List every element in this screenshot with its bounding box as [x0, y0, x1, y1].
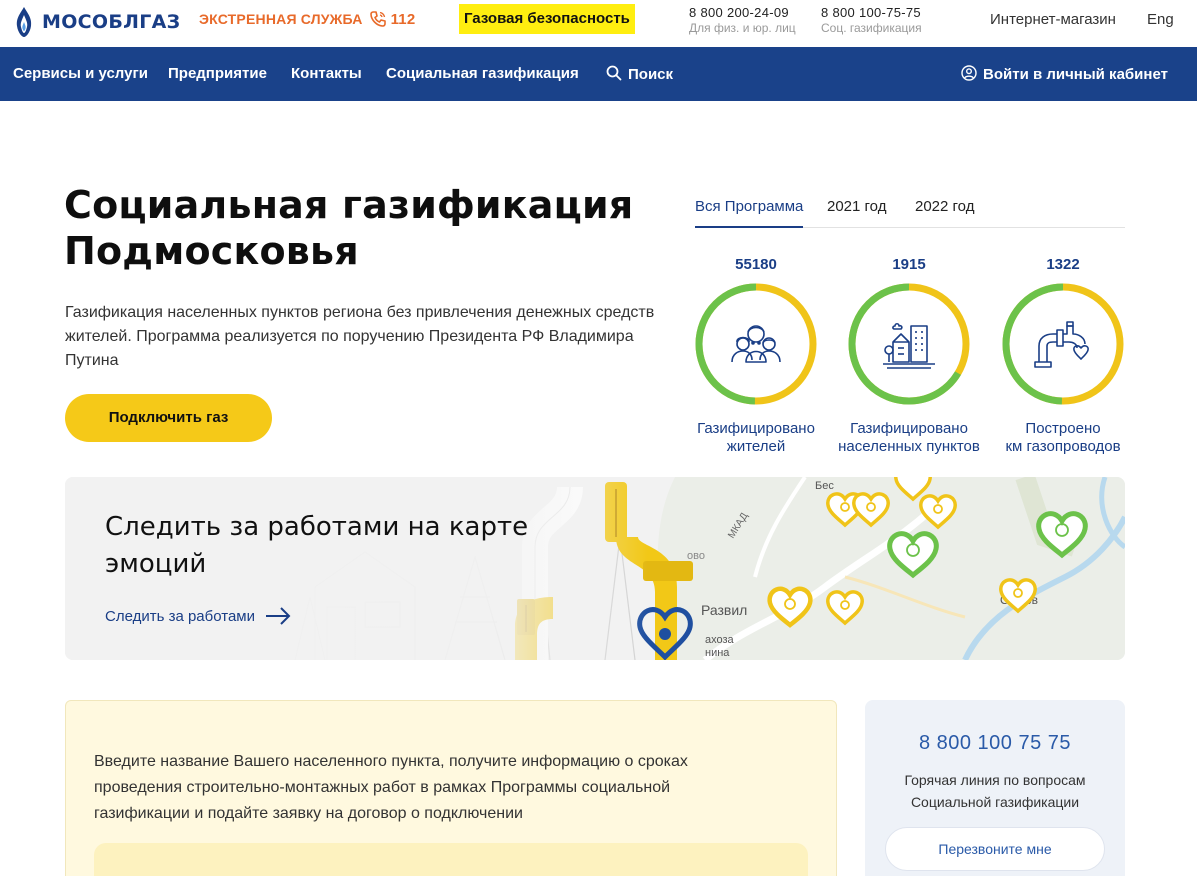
track-works-link[interactable]: Следить за работами	[105, 607, 291, 625]
phone-general-caption: Для физ. и юр. лиц	[689, 21, 796, 35]
stat-label-line-2: км газопроводов	[1005, 438, 1121, 455]
nav-search[interactable]: Поиск	[606, 65, 673, 83]
tab-active-indicator	[695, 226, 803, 228]
map-banner-title-line-2: эмоций	[105, 549, 207, 579]
gas-safety-link[interactable]: Газовая безопасность	[459, 4, 635, 34]
hero-description: Газификация населенных пунктов региона б…	[65, 304, 655, 369]
nav-login-label: Войти в личный кабинет	[983, 66, 1168, 83]
settlement-search-description: Введите название Вашего населенного пунк…	[94, 753, 688, 822]
stat-residents: 55180 Газифицировано жителей	[676, 256, 836, 456]
stat-label-line-1: Газифицировано	[697, 420, 815, 437]
flame-logo-icon	[16, 7, 32, 37]
buildings-icon	[883, 322, 935, 369]
stat-label-line-1: Газифицировано	[850, 420, 968, 437]
nav-login[interactable]: Войти в личный кабинет	[961, 65, 1168, 83]
phone-general[interactable]: 8 800 200-24-09 Для физ. и юр. лиц	[689, 5, 796, 35]
stat-value: 1322	[1046, 256, 1080, 273]
period-tabs: Вся Программа 2021 год 2022 год	[695, 198, 1125, 228]
stat-value: 1915	[892, 256, 926, 273]
progress-ring	[694, 282, 818, 406]
nav-company[interactable]: Предприятие	[168, 65, 267, 82]
hotline-number[interactable]: 8 800 100 75 75	[865, 732, 1125, 755]
people-icon	[731, 325, 781, 363]
hotline-description: Горячая линия по вопросам Социальной газ…	[865, 769, 1125, 813]
hotline-description-line-1: Горячая линия по вопросам	[904, 772, 1086, 788]
track-works-link-label: Следить за работами	[105, 607, 255, 625]
hotline-card: 8 800 100 75 75 Горячая линия по вопроса…	[865, 700, 1125, 876]
stat-label: Газифицировано населенных пунктов	[829, 420, 989, 456]
pipe-heart-icon	[1034, 321, 1089, 368]
main-nav: Сервисы и услуги Предприятие Контакты Со…	[0, 47, 1197, 101]
phone-social-number: 8 800 100-75-75	[821, 5, 921, 20]
progress-ring	[847, 282, 971, 406]
phone-general-number: 8 800 200-24-09	[689, 5, 789, 20]
stat-label-line-2: жителей	[726, 438, 786, 455]
phone-social-caption: Соц. газификация	[821, 21, 922, 35]
emergency-label: ЭКСТРЕННАЯ СЛУЖБА	[199, 11, 363, 27]
hotline-description-line-2: Социальной газификации	[910, 794, 1080, 810]
page-title-line-1: Социальная газификация	[64, 183, 634, 227]
nav-contacts[interactable]: Контакты	[291, 65, 362, 82]
connect-gas-button[interactable]: Подключить газ	[65, 394, 272, 442]
progress-ring	[1001, 282, 1125, 406]
language-switch[interactable]: Eng	[1147, 11, 1174, 28]
map-banner-title-line-1: Следить за работами на карте	[105, 512, 529, 542]
user-icon	[961, 65, 977, 81]
stat-label-line-1: Построено	[1025, 420, 1101, 437]
settlement-search-box[interactable]	[94, 843, 808, 876]
logo[interactable]: МОСОБЛГАЗ	[14, 4, 180, 40]
page-title-line-2: Подмосковья	[64, 229, 359, 273]
emergency-service[interactable]: ЭКСТРЕННАЯ СЛУЖБА 112	[199, 10, 415, 28]
emergency-number: 112	[390, 10, 416, 28]
search-icon	[606, 65, 622, 81]
phone-icon	[369, 11, 386, 27]
callback-button[interactable]: Перезвоните мне	[885, 827, 1105, 871]
nav-search-label: Поиск	[628, 66, 674, 83]
settlement-search-panel: Введите название Вашего населенного пунк…	[65, 700, 837, 876]
nav-social-gasification[interactable]: Социальная газификация	[386, 65, 579, 82]
arrow-right-icon	[266, 607, 291, 625]
top-bar: МОСОБЛГАЗ ЭКСТРЕННАЯ СЛУЖБА 112 Газовая …	[0, 0, 1197, 47]
tab-2022[interactable]: 2022 год	[915, 198, 974, 215]
nav-services[interactable]: Сервисы и услуги	[13, 65, 148, 82]
tab-2021[interactable]: 2021 год	[827, 198, 886, 215]
stat-settlements: 1915 Газифицировано населенных пунктов	[829, 256, 989, 456]
stat-label: Построено км газопроводов	[983, 420, 1143, 456]
map-banner-title: Следить за работами на карте эмоций	[105, 509, 528, 583]
tab-all-program[interactable]: Вся Программа	[695, 198, 803, 215]
online-shop-link[interactable]: Интернет-магазин	[990, 11, 1116, 28]
stat-value: 55180	[735, 256, 777, 273]
phone-social[interactable]: 8 800 100-75-75 Соц. газификация	[821, 5, 922, 35]
map-banner[interactable]: Развил Ос ов Бес МКАД ахоза нина ово	[65, 477, 1125, 660]
logo-text: МОСОБЛГАЗ	[42, 11, 181, 33]
page-title: Социальная газификация Подмосковья	[64, 182, 633, 274]
stat-label-line-2: населенных пунктов	[838, 438, 980, 455]
stat-pipelines: 1322 Построено км газопроводов	[983, 256, 1143, 456]
stat-label: Газифицировано жителей	[676, 420, 836, 456]
